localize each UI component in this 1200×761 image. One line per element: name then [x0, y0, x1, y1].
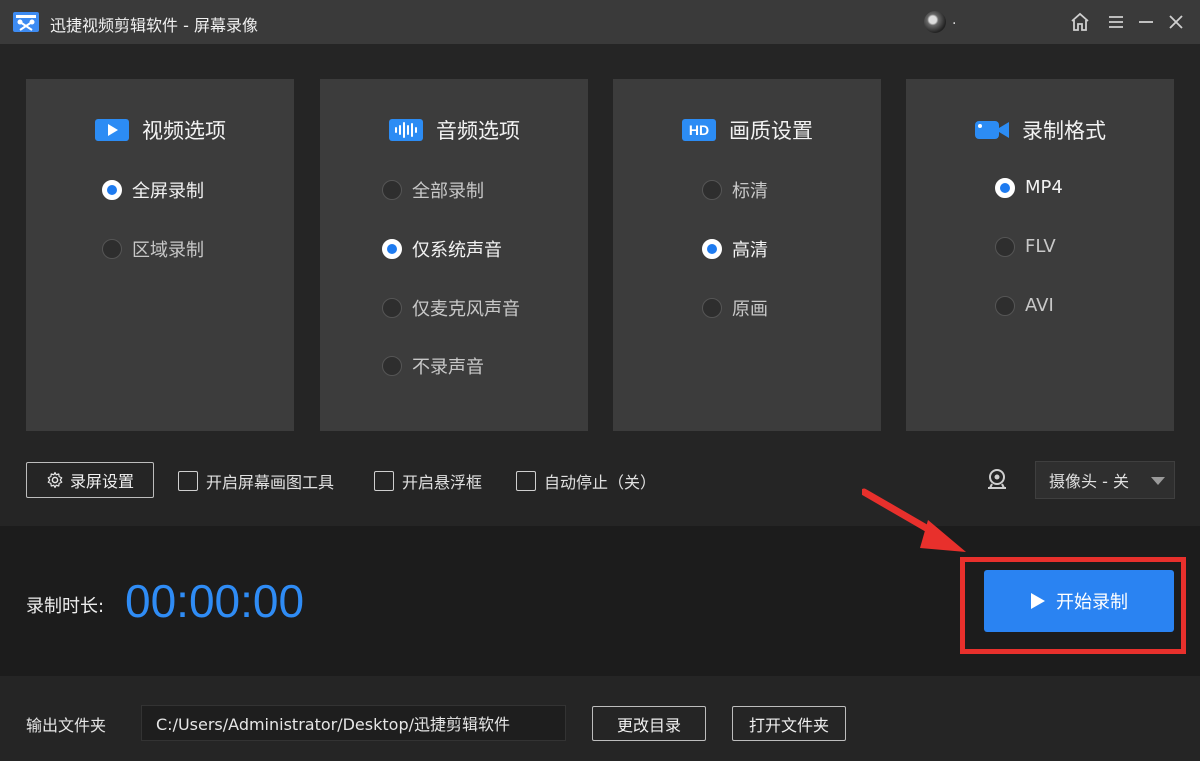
record-settings-button[interactable]: 录屏设置 [26, 462, 154, 498]
card-header: 录制格式 [906, 115, 1174, 145]
home-icon[interactable] [1068, 10, 1092, 34]
radio-button[interactable] [702, 298, 722, 318]
duration-timer: 00:00:00 [125, 575, 305, 627]
hd-icon: HD [681, 118, 717, 142]
user-name[interactable]: . [952, 12, 956, 28]
open-folder-label: 打开文件夹 [748, 715, 829, 735]
radio-button[interactable] [995, 236, 1015, 257]
checkbox-label: 开启屏幕画图工具 [206, 473, 335, 492]
checkbox-label: 开启悬浮框 [402, 473, 483, 492]
video-camera-icon [974, 118, 1010, 142]
checkbox-auto-stop[interactable]: 自动停止（关） [516, 469, 656, 493]
option-system-sound[interactable]: 仅系统声音 [382, 236, 502, 262]
audio-wave-icon [388, 118, 424, 142]
open-folder-button[interactable]: 打开文件夹 [732, 706, 846, 741]
option-mp4[interactable]: MP4 [995, 177, 1063, 198]
title-bar: 迅捷视频剪辑软件 - 屏幕录像 . [0, 0, 1200, 44]
checkbox[interactable] [516, 471, 536, 491]
option-label: 仅系统声音 [412, 240, 502, 261]
start-recording-label: 开始录制 [1056, 592, 1128, 613]
webcam-icon [988, 469, 1006, 489]
option-no-sound[interactable]: 不录声音 [382, 353, 484, 379]
radio-button[interactable] [702, 239, 722, 259]
radio-button[interactable] [702, 180, 722, 200]
option-label: 全屏录制 [132, 181, 204, 202]
card-title: 音频选项 [436, 119, 520, 143]
radio-button[interactable] [995, 177, 1015, 198]
option-label: 全部录制 [412, 181, 484, 202]
radio-button[interactable] [102, 180, 122, 200]
checkbox-drawing-tool[interactable]: 开启屏幕画图工具 [178, 469, 334, 493]
option-label: 区域录制 [132, 240, 204, 261]
card-title: 画质设置 [729, 119, 813, 143]
card-title: 视频选项 [142, 119, 226, 143]
output-path-value: C:/Users/Administrator/Desktop/迅捷剪辑软件 [156, 715, 510, 734]
option-flv[interactable]: FLV [995, 236, 1056, 257]
red-arrow-annotation [862, 488, 966, 552]
radio-button[interactable] [382, 298, 402, 318]
option-label: AVI [1025, 295, 1054, 316]
option-sd[interactable]: 标清 [702, 177, 768, 203]
camera-select[interactable]: 摄像头 - 关 [1035, 461, 1175, 499]
close-icon[interactable] [1164, 10, 1188, 34]
radio-button[interactable] [382, 239, 402, 259]
radio-button[interactable] [995, 295, 1015, 316]
video-options-card: 视频选项 全屏录制 区域录制 [26, 79, 294, 431]
user-avatar[interactable] [924, 11, 946, 33]
gear-icon [47, 471, 63, 489]
duration-label: 录制时长: [26, 596, 105, 617]
card-header: 音频选项 [320, 115, 588, 145]
options-area: 视频选项 全屏录制 区域录制 音频选项 全部录制 仅系统声音 仅麦克风声音 不录… [0, 44, 1200, 526]
radio-button[interactable] [382, 180, 402, 200]
record-settings-label: 录屏设置 [69, 472, 134, 491]
quality-settings-card: HD 画质设置 标清 高清 原画 [613, 79, 881, 431]
minimize-icon[interactable] [1134, 10, 1158, 34]
checkbox-floating-window[interactable]: 开启悬浮框 [374, 469, 482, 493]
option-avi[interactable]: AVI [995, 295, 1054, 316]
option-label: 不录声音 [412, 357, 484, 378]
option-mic-sound[interactable]: 仅麦克风声音 [382, 295, 520, 321]
checkbox-label: 自动停止（关） [544, 473, 657, 492]
option-label: 高清 [732, 240, 768, 261]
radio-button[interactable] [382, 356, 402, 376]
option-original[interactable]: 原画 [702, 295, 768, 321]
option-label: MP4 [1025, 177, 1063, 198]
record-format-card: 录制格式 MP4 FLV AVI [906, 79, 1174, 431]
radio-button[interactable] [102, 239, 122, 259]
output-path-field[interactable]: C:/Users/Administrator/Desktop/迅捷剪辑软件 [141, 705, 566, 741]
output-folder-label: 输出文件夹 [26, 716, 107, 735]
app-logo-icon [13, 12, 39, 32]
camera-select-value: 摄像头 - 关 [1049, 472, 1129, 491]
option-label: 仅麦克风声音 [412, 299, 520, 320]
card-title: 录制格式 [1022, 119, 1106, 143]
option-label: 原画 [732, 299, 768, 320]
menu-icon[interactable] [1104, 10, 1128, 34]
option-label: 标清 [732, 181, 768, 202]
chevron-down-icon [1151, 477, 1165, 485]
checkbox[interactable] [178, 471, 198, 491]
change-directory-button[interactable]: 更改目录 [592, 706, 706, 741]
svg-text:HD: HD [689, 122, 709, 138]
card-header: 视频选项 [26, 115, 294, 145]
window-title: 迅捷视频剪辑软件 - 屏幕录像 [50, 16, 258, 35]
card-header: HD 画质设置 [613, 115, 881, 145]
checkbox[interactable] [374, 471, 394, 491]
option-label: FLV [1025, 236, 1056, 257]
option-hd[interactable]: 高清 [702, 236, 768, 262]
option-fullscreen[interactable]: 全屏录制 [102, 177, 204, 203]
option-region[interactable]: 区域录制 [102, 236, 204, 262]
play-icon [1031, 593, 1045, 609]
start-recording-button[interactable]: 开始录制 [984, 570, 1174, 632]
video-play-icon [94, 118, 130, 142]
audio-options-card: 音频选项 全部录制 仅系统声音 仅麦克风声音 不录声音 [320, 79, 588, 431]
option-record-all[interactable]: 全部录制 [382, 177, 484, 203]
change-directory-label: 更改目录 [616, 715, 681, 735]
